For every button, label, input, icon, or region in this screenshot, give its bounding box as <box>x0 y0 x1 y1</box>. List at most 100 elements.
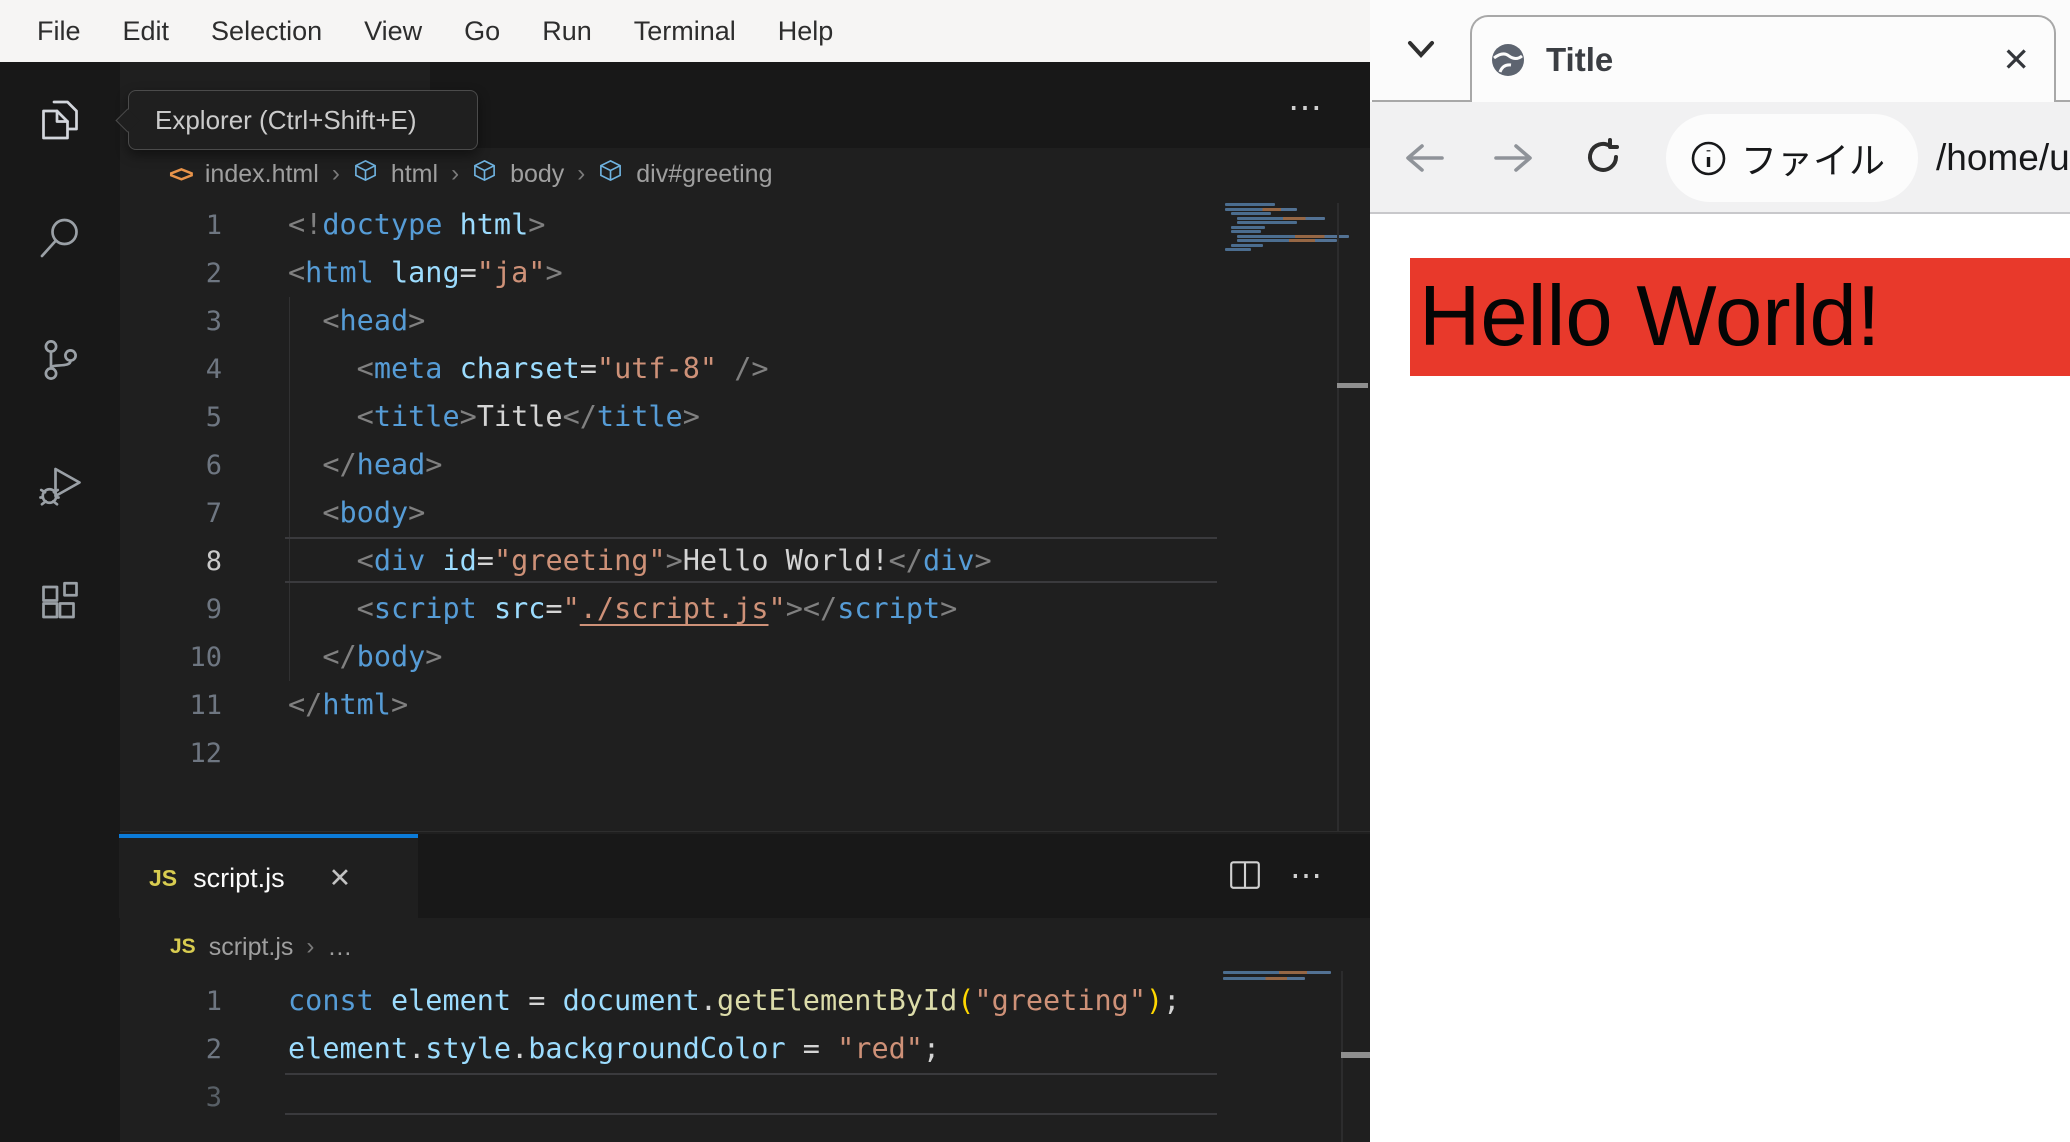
tab-label: script.js <box>193 862 285 893</box>
minimap-line <box>1225 207 1297 211</box>
breadcrumb-separator: › <box>577 160 586 187</box>
code-line[interactable]: 10 </body> <box>120 633 1370 681</box>
menu-edit[interactable]: Edit <box>102 16 191 47</box>
line-number[interactable]: 8 <box>120 538 222 586</box>
line-number[interactable]: 6 <box>120 442 222 490</box>
close-tab-icon[interactable]: ✕ <box>329 863 352 894</box>
site-info-chip[interactable]: ファイル <box>1666 114 1918 202</box>
tab-script-js[interactable]: JS script.js ✕ <box>119 834 418 918</box>
code-line[interactable]: 11 </html> <box>120 681 1370 729</box>
breadcrumb-item-more[interactable]: … <box>327 933 352 962</box>
line-number[interactable]: 5 <box>120 394 222 442</box>
symbol-cube-icon <box>472 158 497 190</box>
line-number[interactable]: 7 <box>120 490 222 538</box>
menu-go[interactable]: Go <box>443 16 521 47</box>
address-bar-url[interactable]: /home/u <box>1936 102 2070 214</box>
search-icon[interactable] <box>36 214 84 262</box>
code-line[interactable]: 2 element.style.backgroundColor = "red"; <box>120 1025 1370 1073</box>
minimap-line <box>1237 221 1297 224</box>
minimap-line <box>1225 248 1251 251</box>
line-number[interactable]: 2 <box>120 250 222 298</box>
overview-ruler <box>1337 203 1339 831</box>
breadcrumb-item[interactable]: div#greeting <box>636 160 772 189</box>
overview-ruler-cursor-mark <box>1341 1052 1370 1058</box>
extensions-icon[interactable] <box>36 578 84 626</box>
html-file-icon: <> <box>169 160 194 187</box>
info-icon <box>1691 141 1726 175</box>
line-number[interactable]: 11 <box>120 682 222 730</box>
js-file-icon: JS <box>149 864 178 891</box>
editor-group-sash[interactable] <box>120 831 1370 832</box>
code-line[interactable]: 1 <!doctype html> <box>120 201 1370 249</box>
line-number[interactable]: 1 <box>120 202 222 250</box>
minimap-line <box>1231 212 1271 215</box>
line-number[interactable]: 3 <box>120 298 222 346</box>
menu-terminal[interactable]: Terminal <box>613 16 757 47</box>
line-number[interactable]: 12 <box>120 730 222 778</box>
breadcrumb: <> index.html › html › body › div#greeting <box>169 148 1269 200</box>
breadcrumb-item-file[interactable]: script.js <box>209 933 294 962</box>
code-line[interactable]: 3 <box>120 1073 1370 1121</box>
menu-selection[interactable]: Selection <box>190 16 343 47</box>
panel-code-area[interactable]: 1 const element = document.getElementById… <box>120 977 1370 1121</box>
panel-breadcrumb: JS script.js › … <box>170 922 1070 972</box>
more-actions-icon[interactable]: ⋯ <box>1290 856 1326 894</box>
menu-help[interactable]: Help <box>757 16 855 47</box>
line-number[interactable]: 2 <box>120 1026 222 1074</box>
editor-more-actions-icon[interactable]: ⋯ <box>1288 88 1327 128</box>
line-number[interactable]: 9 <box>120 586 222 634</box>
code-line[interactable]: 2 <html lang="ja"> <box>120 249 1370 297</box>
menu-view[interactable]: View <box>343 16 443 47</box>
browser-tab[interactable]: Title ✕ <box>1470 15 2056 102</box>
code-line[interactable]: 6 </head> <box>120 441 1370 489</box>
vscode-menubar: File Edit Selection View Go Run Terminal Help <box>0 0 1370 62</box>
code-line[interactable]: 5 <title>Title</title> <box>120 393 1370 441</box>
line-number[interactable]: 1 <box>120 978 222 1026</box>
line-number[interactable]: 4 <box>120 346 222 394</box>
line-number[interactable]: 3 <box>120 1074 222 1122</box>
close-tab-icon[interactable]: ✕ <box>2002 40 2030 79</box>
breadcrumb-item[interactable]: body <box>510 160 564 189</box>
minimap-line <box>1237 234 1349 238</box>
breadcrumb-separator: › <box>306 933 315 960</box>
tab-search-chevron-icon[interactable] <box>1404 36 1440 64</box>
minimap-line <box>1223 971 1331 974</box>
greeting-heading: Hello World! <box>1410 258 2070 376</box>
globe-favicon <box>1490 42 1526 78</box>
explorer-tooltip: Explorer (Ctrl+Shift+E) <box>128 90 478 150</box>
breadcrumb-separator: › <box>331 160 340 187</box>
minimap-line <box>1231 230 1261 233</box>
code-line[interactable]: 4 <meta charset="utf-8" /> <box>120 345 1370 393</box>
editor-code-area[interactable]: 1 <!doctype html> 2 <html lang="ja"> 3 <head… <box>120 201 1370 777</box>
overview-ruler-cursor-mark <box>1337 383 1368 388</box>
source-control-icon[interactable] <box>36 336 84 384</box>
breadcrumb-separator: › <box>451 160 460 187</box>
code-line[interactable]: 3 <head> <box>120 297 1370 345</box>
run-and-debug-icon[interactable] <box>36 460 84 508</box>
line-number[interactable]: 10 <box>120 634 222 682</box>
breadcrumb-item[interactable]: html <box>391 160 438 189</box>
breadcrumb-path: › html › body › div#greeting <box>332 158 773 190</box>
code-line[interactable]: 9 <script src="./script.js"></script> <box>120 585 1370 633</box>
minimap-line <box>1237 239 1337 242</box>
tab-title: Title <box>1546 40 1614 78</box>
minimap[interactable] <box>1225 203 1349 255</box>
menu-run[interactable]: Run <box>521 16 613 47</box>
site-chip-label: ファイル <box>1741 140 1886 181</box>
minimap-line <box>1231 225 1265 229</box>
breadcrumb-item-file[interactable]: index.html <box>205 160 319 189</box>
forward-icon[interactable] <box>1492 142 1538 176</box>
minimap[interactable] <box>1223 971 1343 985</box>
code-line[interactable]: 1 const element = document.getElementById… <box>120 977 1370 1025</box>
code-line[interactable]: 7 <body> <box>120 489 1370 537</box>
back-icon[interactable] <box>1402 142 1448 176</box>
code-line[interactable]: 12 <box>120 729 1370 777</box>
minimap-line <box>1225 203 1275 206</box>
split-editor-icon[interactable] <box>1228 859 1262 891</box>
menu-file[interactable]: File <box>16 16 102 47</box>
minimap-line <box>1231 243 1263 247</box>
symbol-cube-icon <box>598 158 623 190</box>
code-line[interactable]: 8 <div id="greeting">Hello World!</div> <box>120 537 1370 585</box>
reload-icon[interactable] <box>1584 138 1624 178</box>
explorer-icon[interactable] <box>36 96 84 144</box>
